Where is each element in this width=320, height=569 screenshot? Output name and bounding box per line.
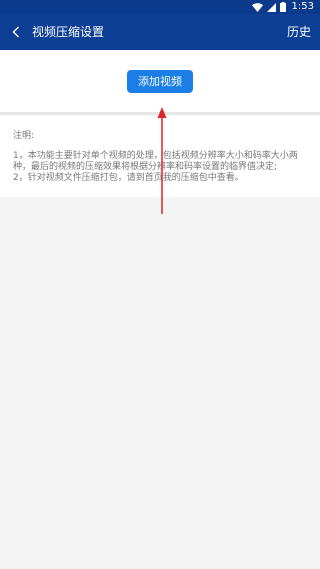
- notes-line-2: 2，针对视频文件压缩打包，请到首页我的压缩包中查看。: [13, 173, 244, 183]
- notes-body: 1，本功能主要针对单个视频的处理，包括视频分辨率大小和码率大小两种，最后的视频的…: [13, 151, 311, 184]
- notes-line-1: 1，本功能主要针对单个视频的处理，包括视频分辨率大小和码率大小两种，最后的视频的…: [13, 151, 298, 172]
- status-icons: 1:53: [251, 1, 314, 13]
- wifi-icon: [251, 2, 263, 12]
- notes-section: 注明: 1，本功能主要针对单个视频的处理，包括视频分辨率大小和码率大小两种，最后…: [0, 115, 320, 197]
- history-button[interactable]: 历史: [287, 14, 311, 50]
- app-bar: 视频压缩设置 历史: [0, 14, 320, 50]
- notes-heading: 注明:: [13, 131, 35, 141]
- back-button[interactable]: [6, 22, 26, 42]
- signal-icon: [266, 2, 276, 12]
- chevron-left-icon: [12, 23, 20, 42]
- action-section: 添加视频: [0, 50, 320, 112]
- add-video-button[interactable]: 添加视频: [127, 70, 193, 93]
- battery-icon: [279, 2, 286, 12]
- status-bar: 1:53: [0, 0, 320, 14]
- page-title: 视频压缩设置: [32, 25, 105, 39]
- status-time: 1:53: [291, 1, 314, 12]
